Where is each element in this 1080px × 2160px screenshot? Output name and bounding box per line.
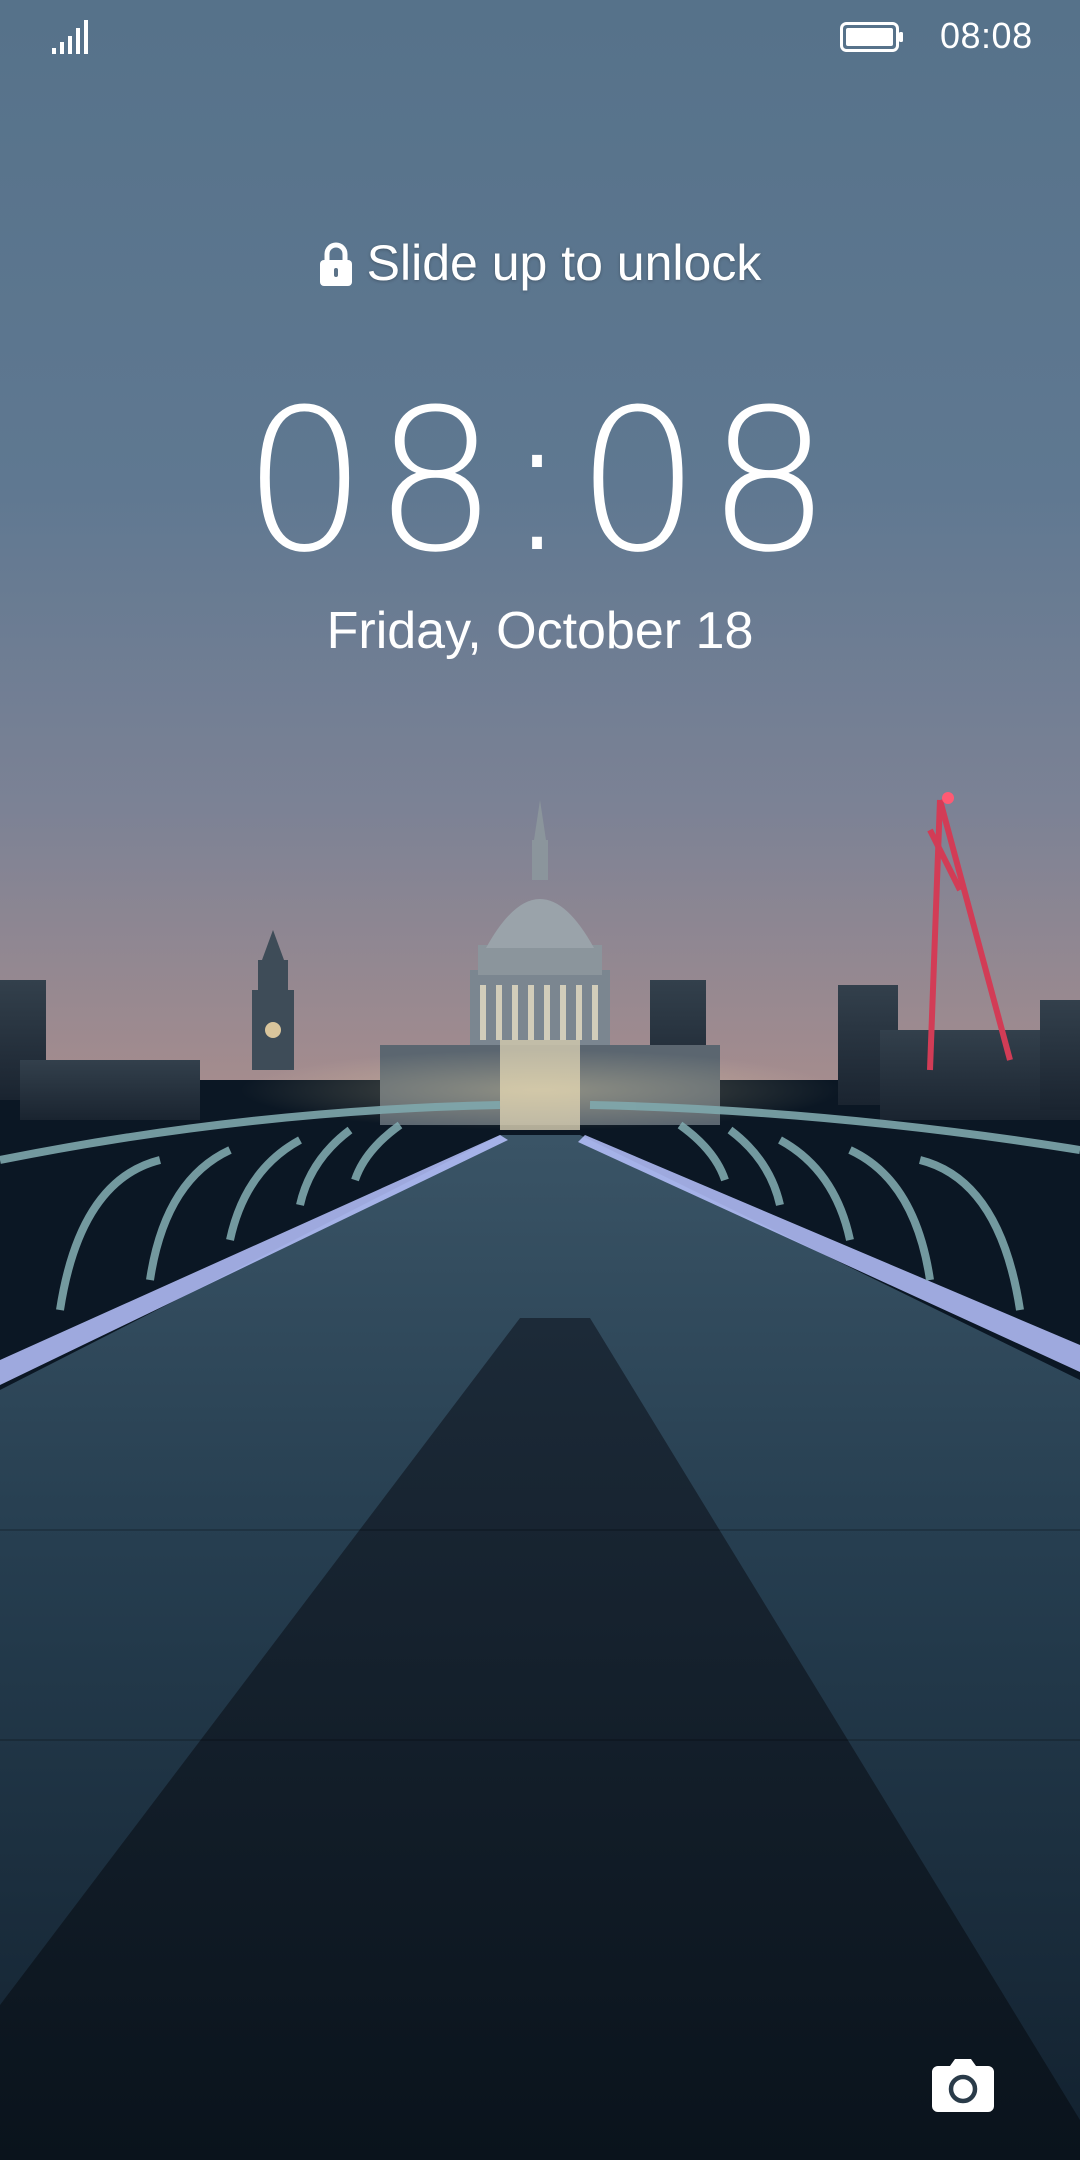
lock-icon [319,242,352,286]
status-time: 08:08 [940,15,1033,56]
wallpaper-image [0,0,1080,2160]
lock-screen-clock: 08:08 [242,368,838,596]
status-bar: 08:08 [0,0,1080,72]
unlock-hint-text: Slide up to unlock [366,235,762,291]
battery-icon [840,22,903,52]
lock-screen[interactable]: 08:08 Slide up to unlock 08:08 Friday, O… [0,0,1080,2160]
camera-shortcut-button[interactable] [928,2058,998,2114]
signal-strength-icon [52,20,88,54]
unlock-hint: Slide up to unlock [0,232,1080,294]
lock-screen-date: Friday, October 18 [326,602,754,660]
camera-icon [932,2059,994,2112]
